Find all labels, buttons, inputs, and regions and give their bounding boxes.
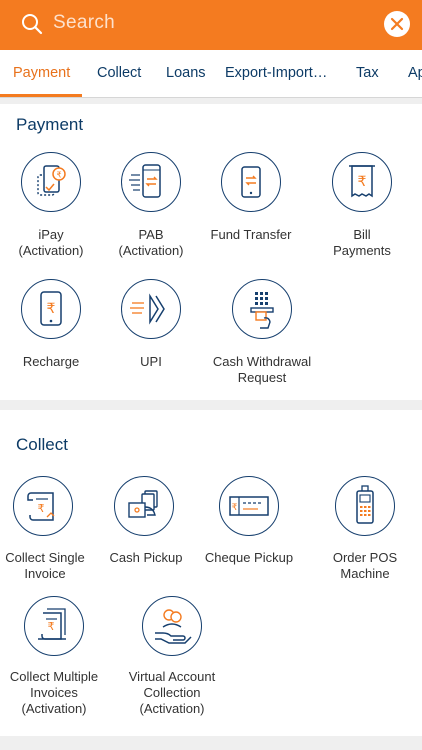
collect-section: Collect ₹ Collect Single Invoice Cash Pi… <box>0 410 422 736</box>
payment-section-title: Payment <box>16 115 84 134</box>
fund-transfer-label: Fund Transfer <box>210 227 292 242</box>
pab-icon <box>121 152 181 212</box>
category-tabs: Payment Collect Loans Export-Import… Tax… <box>0 50 422 98</box>
svg-text:₹: ₹ <box>232 503 238 513</box>
payment-section: Payment ₹ iPay (Activation) PAB (Activat… <box>0 104 422 400</box>
cheque-pickup-label: Cheque Pickup <box>204 550 294 565</box>
svg-text:₹: ₹ <box>48 620 55 633</box>
pos-icon <box>335 476 395 536</box>
fund-transfer-icon <box>221 152 281 212</box>
tab-payment[interactable]: Payment <box>13 65 70 81</box>
search-icon[interactable] <box>20 12 44 36</box>
svg-text:₹: ₹ <box>56 171 61 180</box>
tab-loans[interactable]: Loans <box>166 65 206 81</box>
tab-ap[interactable]: Ap <box>408 65 422 81</box>
order-pos-label: Order POS Machine <box>332 550 398 581</box>
search-bar: Search <box>0 0 422 50</box>
close-icon <box>390 17 404 31</box>
bill-icon: ₹ <box>332 152 392 212</box>
svg-text:₹: ₹ <box>47 301 56 317</box>
tab-collect[interactable]: Collect <box>97 65 141 81</box>
svg-text:₹: ₹ <box>38 502 45 515</box>
collect-section-title: Collect <box>16 435 68 454</box>
cheque-icon: ₹ <box>219 476 279 536</box>
upi-label: UPI <box>140 354 162 369</box>
upi-icon <box>121 279 181 339</box>
bill-payments-label: Bill Payments <box>333 227 391 258</box>
recharge-icon: ₹ <box>21 279 81 339</box>
tab-tax[interactable]: Tax <box>356 65 379 81</box>
invoice-icon: ₹ <box>13 476 73 536</box>
atm-icon <box>232 279 292 339</box>
clear-search-button[interactable] <box>384 11 410 37</box>
cash-pickup-icon <box>114 476 174 536</box>
tab-export-import[interactable]: Export-Import… <box>225 65 327 81</box>
collect-multiple-invoices-label: Collect Multiple Invoices (Activation) <box>9 669 99 716</box>
virtual-account-label: Virtual Account Collection (Activation) <box>128 669 216 716</box>
svg-text:₹: ₹ <box>358 174 367 190</box>
active-tab-indicator <box>0 94 82 97</box>
cash-withdrawal-label: Cash Withdrawal Request <box>212 354 312 385</box>
invoices-icon: ₹ <box>24 596 84 656</box>
virtual-account-icon <box>142 596 202 656</box>
ipay-icon: ₹ <box>21 152 81 212</box>
search-input[interactable]: Search <box>53 12 115 34</box>
cash-pickup-label: Cash Pickup <box>109 550 183 565</box>
